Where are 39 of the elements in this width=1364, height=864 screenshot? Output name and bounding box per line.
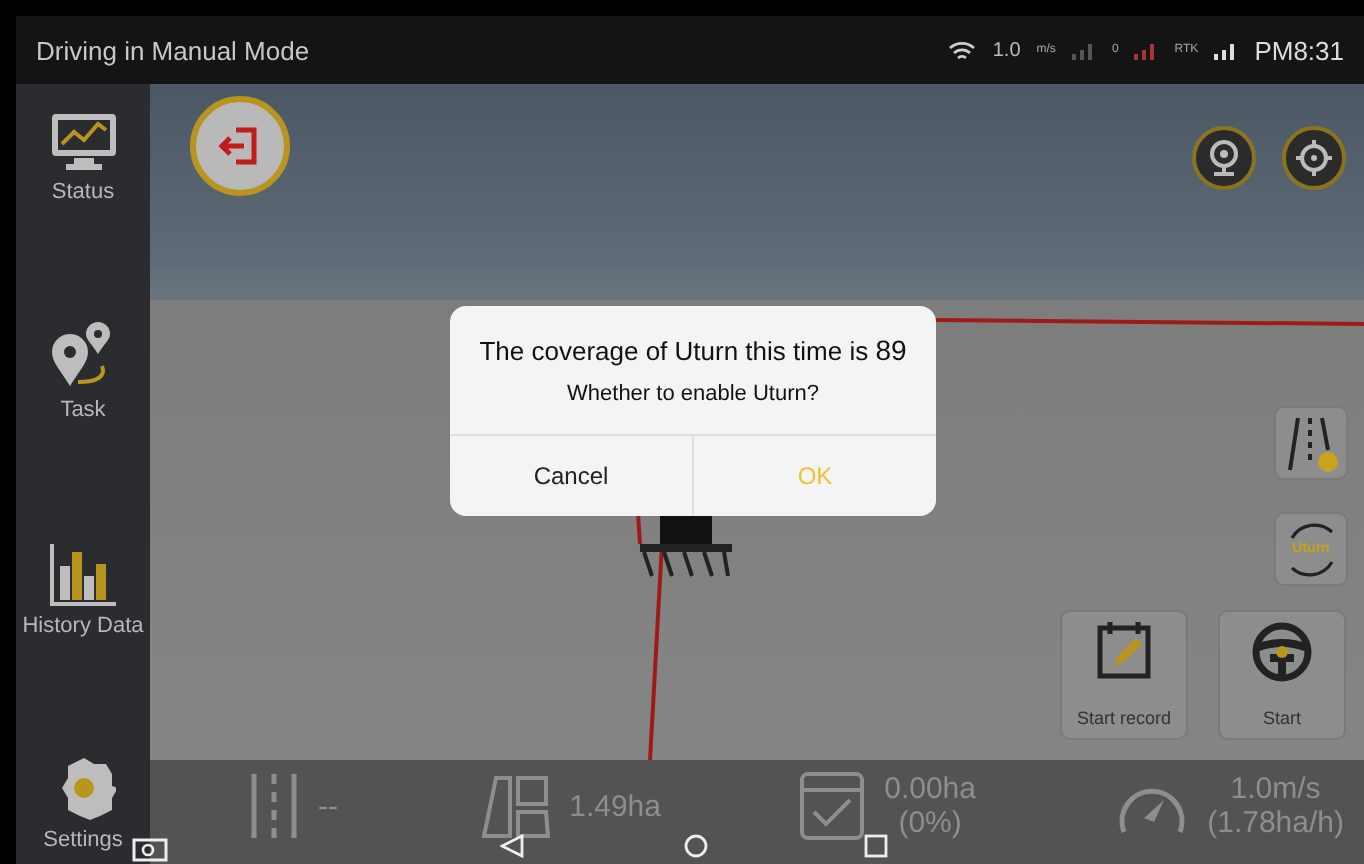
- mode-title: Driving in Manual Mode: [36, 35, 312, 65]
- exit-icon: [218, 124, 262, 168]
- locate-button[interactable]: [1282, 126, 1346, 190]
- screenshot-icon[interactable]: [132, 838, 168, 862]
- signal-bars-icon: [1214, 40, 1239, 60]
- sidebar-item[interactable]: Status: [49, 112, 117, 204]
- webcam-icon: [1208, 140, 1240, 176]
- signal-bars-icon: [1134, 40, 1159, 60]
- steering-wheel-icon: [1250, 620, 1314, 684]
- bar-chart-icon: [49, 541, 117, 606]
- start-record-button[interactable]: Start record: [1060, 610, 1188, 740]
- dialog-message: The coverage of Uturn this time is 89: [477, 334, 909, 366]
- signal-bars-icon: [1071, 40, 1096, 60]
- camera-button[interactable]: [1192, 126, 1256, 190]
- cancel-button[interactable]: Cancel: [450, 436, 692, 516]
- stat-value: 1.49ha: [569, 789, 661, 823]
- speed-reading: 1.0: [992, 39, 1021, 61]
- stat-value: --: [318, 789, 338, 823]
- field-plots-icon: [477, 774, 550, 838]
- add-line-button[interactable]: [1274, 406, 1348, 480]
- stat-value: 0.00ha (0%): [884, 772, 976, 840]
- wifi-icon: [948, 39, 977, 61]
- home-icon[interactable]: [684, 834, 708, 858]
- lane-lines-icon: [250, 774, 298, 838]
- dialog-question: Whether to enable Uturn?: [565, 382, 821, 406]
- sidebar-item[interactable]: Task: [49, 322, 117, 423]
- start-button[interactable]: Start: [1218, 610, 1346, 740]
- back-icon[interactable]: [500, 834, 524, 858]
- sidebar-item[interactable]: Settings: [43, 755, 123, 852]
- calendar-pencil-icon: [1096, 620, 1152, 680]
- recent-apps-icon[interactable]: [864, 834, 888, 858]
- clock: PM8:31: [1254, 35, 1344, 65]
- lane-plus-icon: [1283, 413, 1339, 473]
- sidebar-item[interactable]: History Data: [22, 541, 144, 638]
- exit-button[interactable]: [190, 96, 290, 196]
- checklist-icon: [800, 772, 865, 840]
- stat-value: 1.0m/s (1.78ha/h): [1207, 772, 1344, 840]
- crosshair-icon: [1296, 140, 1332, 176]
- monitor-chart-icon: [49, 112, 117, 172]
